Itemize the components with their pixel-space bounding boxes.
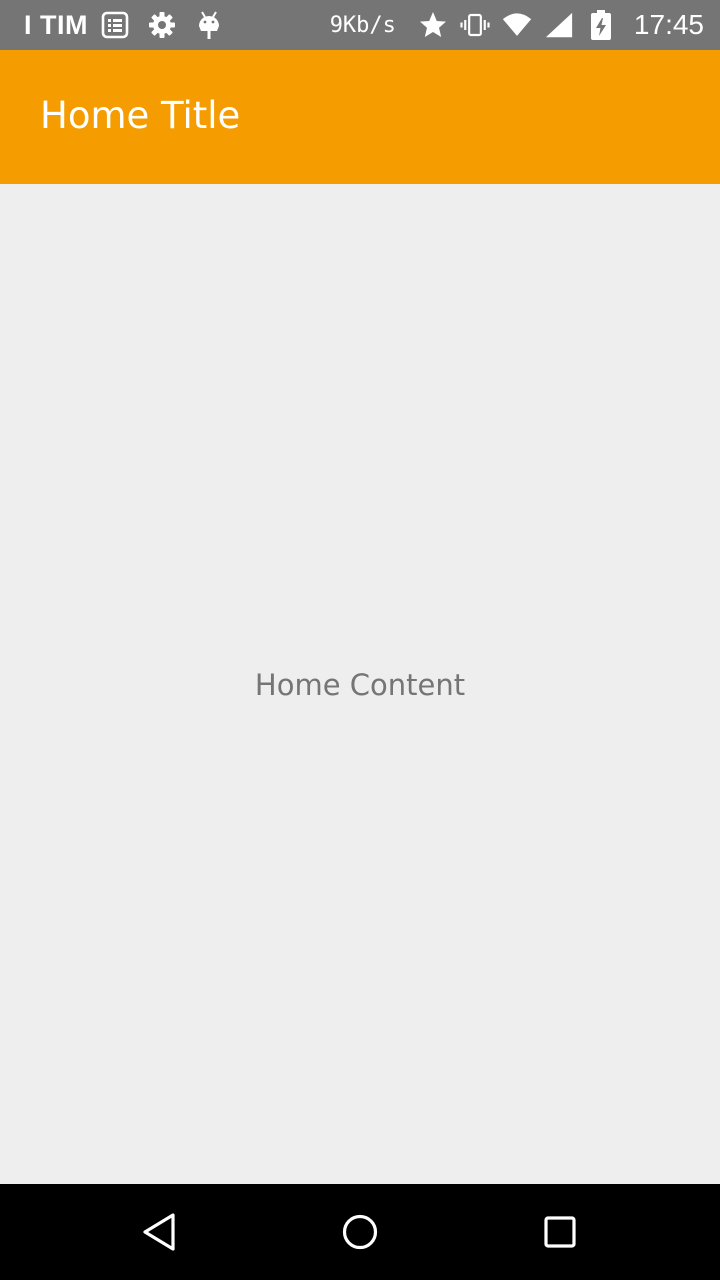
- wifi-icon: [502, 10, 532, 40]
- home-icon: [342, 1214, 378, 1250]
- star-icon: [418, 10, 448, 40]
- status-bar: I TIM 9Kb/s 17:45: [0, 0, 720, 50]
- settings-gear-icon: [147, 10, 177, 40]
- status-bar-right: 9Kb/s 17:45: [330, 0, 720, 50]
- app-bar: Home Title: [0, 50, 720, 184]
- recents-icon: [544, 1216, 576, 1248]
- clock: 17:45: [633, 9, 704, 40]
- back-button[interactable]: [130, 1202, 190, 1262]
- carrier-label: I TIM: [24, 9, 88, 40]
- main-content: Home Content: [0, 184, 720, 1184]
- content-text: Home Content: [254, 668, 466, 702]
- status-bar-left: I TIM: [0, 0, 241, 50]
- android-debug-icon: [194, 10, 224, 40]
- battery-charging-icon: [586, 10, 616, 40]
- back-icon: [143, 1213, 175, 1251]
- navigation-bar: [0, 1184, 720, 1280]
- page-title: Home Title: [40, 93, 241, 137]
- screen: I TIM 9Kb/s 17:45 Home Title Home Conten…: [0, 0, 720, 1280]
- network-speed: 9Kb/s: [329, 12, 396, 38]
- cell-signal-icon: [544, 10, 574, 40]
- notes-icon: [100, 10, 130, 40]
- home-button[interactable]: [330, 1202, 390, 1262]
- recents-button[interactable]: [530, 1202, 590, 1262]
- vibrate-icon: [460, 10, 490, 40]
